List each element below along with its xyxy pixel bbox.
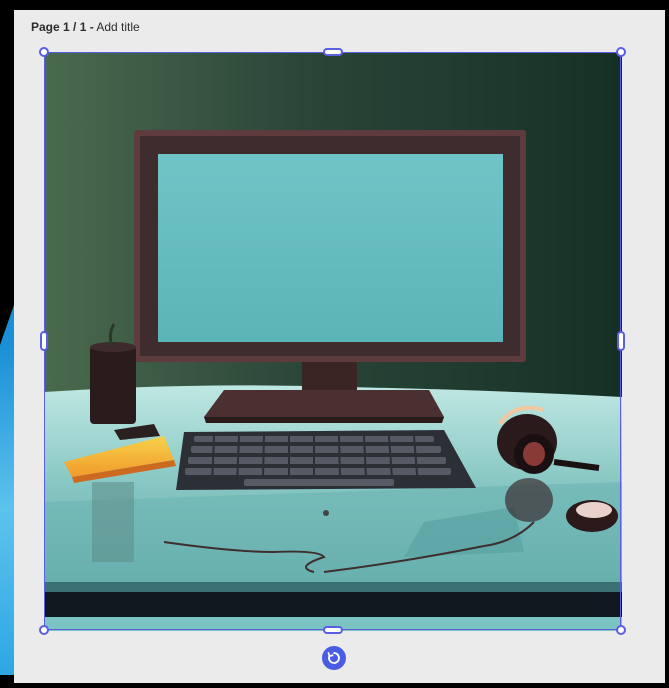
rotate-icon: [327, 652, 340, 664]
bottom-edge: [0, 683, 669, 688]
selected-image[interactable]: [44, 52, 622, 631]
resize-handle-bottom-right[interactable]: [616, 625, 626, 635]
resize-handle-top[interactable]: [323, 48, 343, 56]
add-title-link[interactable]: Add title: [96, 20, 139, 34]
rotate-button[interactable]: [322, 646, 346, 670]
resize-handle-right[interactable]: [617, 331, 625, 351]
resize-handle-left[interactable]: [40, 331, 48, 351]
desk-illustration: [44, 52, 622, 631]
resize-handle-top-right[interactable]: [616, 47, 626, 57]
page-label: Page 1 / 1 -: [31, 20, 94, 34]
top-edge: [0, 0, 669, 10]
page-header: Page 1 / 1 - Add title: [31, 20, 140, 34]
resize-handle-bottom-left[interactable]: [39, 625, 49, 635]
right-edge: [665, 0, 669, 688]
resize-handle-bottom[interactable]: [323, 626, 343, 634]
background-strip: [0, 0, 14, 688]
resize-handle-top-left[interactable]: [39, 47, 49, 57]
